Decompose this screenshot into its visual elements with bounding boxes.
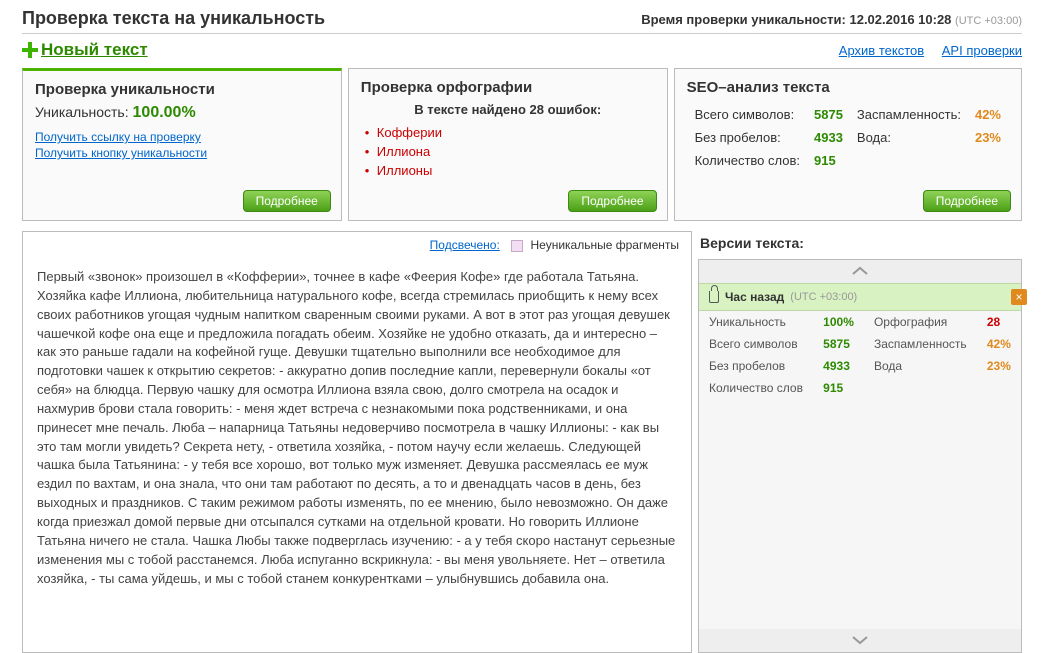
close-icon[interactable]: × — [1011, 289, 1027, 305]
spell-summary: В тексте найдено 28 ошибок: — [361, 102, 655, 117]
scroll-up-button[interactable] — [699, 260, 1021, 283]
version-header[interactable]: Час назад (UTC +03:00) × — [699, 283, 1021, 311]
get-button-link[interactable]: Получить кнопку уникальности — [35, 146, 329, 160]
highlight-label[interactable]: Подсвечено: — [430, 238, 500, 252]
check-time: Время проверки уникальности: 12.02.2016 … — [641, 12, 1022, 27]
chevron-down-icon — [852, 635, 868, 645]
archive-link[interactable]: Архив текстов — [839, 43, 924, 58]
spell-error: Кофферии — [361, 123, 655, 142]
legend-bar: Подсвечено: Неуникальные фрагменты — [23, 232, 691, 258]
plus-icon — [22, 42, 38, 58]
card-title: SEO–анализ текста — [687, 79, 1009, 96]
more-button[interactable]: Подробнее — [243, 190, 331, 212]
card-title: Проверка орфографии — [361, 79, 655, 96]
versions-title: Версии текста: — [698, 231, 1022, 259]
card-seo: SEO–анализ текста Всего символов: 5875 З… — [674, 68, 1022, 221]
text-panel: Подсвечено: Неуникальные фрагменты Первы… — [22, 231, 692, 653]
card-uniqueness: Проверка уникальности Уникальность: 100.… — [22, 68, 342, 221]
page-header: Проверка текста на уникальность Время пр… — [22, 8, 1022, 34]
more-button[interactable]: Подробнее — [568, 190, 656, 212]
page-title: Проверка текста на уникальность — [22, 8, 325, 29]
lock-icon — [709, 291, 719, 303]
uniqueness-value: 100.00% — [133, 104, 196, 121]
get-link[interactable]: Получить ссылку на проверку — [35, 130, 329, 144]
seo-table: Всего символов: 5875 Заспамленность: 42%… — [687, 102, 1009, 173]
spell-error: Иллиона — [361, 142, 655, 161]
scroll-down-button[interactable] — [699, 629, 1021, 652]
more-button[interactable]: Подробнее — [923, 190, 1011, 212]
legend-swatch — [511, 240, 523, 252]
version-stats: Уникальность 100% Орфография 28 Всего си… — [699, 311, 1021, 399]
api-link[interactable]: API проверки — [942, 43, 1022, 58]
card-spelling: Проверка орфографии В тексте найдено 28 … — [348, 68, 668, 221]
new-text-button[interactable]: Новый текст — [22, 40, 148, 60]
card-title: Проверка уникальности — [35, 81, 329, 98]
chevron-up-icon — [852, 266, 868, 276]
spell-error: Иллионы — [361, 161, 655, 180]
text-body[interactable]: Первый «звонок» произошел в «Кофферии», … — [23, 258, 691, 588]
versions-panel: Час назад (UTC +03:00) × Уникальность 10… — [698, 259, 1022, 653]
